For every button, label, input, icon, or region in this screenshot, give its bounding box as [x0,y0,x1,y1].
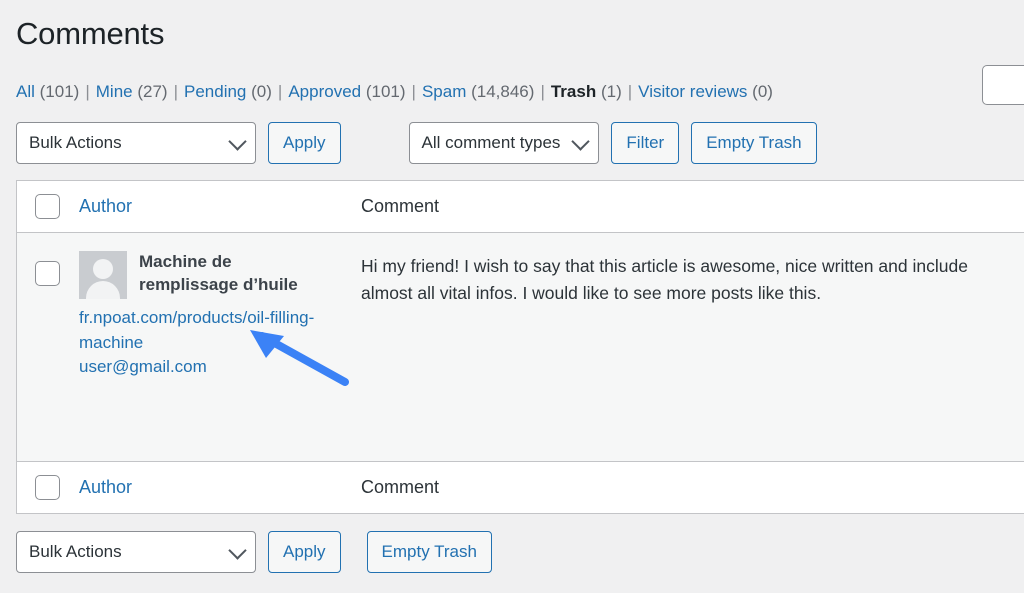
column-header-author-top: Author [79,196,361,217]
author-name: Machine de remplissage d’huile [139,252,298,294]
filter-count-all: (101) [39,82,80,101]
avatar-head-shape [93,259,113,279]
filter-item-spam: Spam (14,846) [422,82,534,101]
filter-count-trash: (1) [600,82,622,101]
default-avatar-icon [79,251,127,299]
apply-button-bottom[interactable]: Apply [268,531,341,573]
filter-link-trash[interactable]: Trash [551,82,596,101]
table-row: Machine de remplissage d’huile fr.npoat.… [17,233,1024,461]
filter-link-pending[interactable]: Pending [184,82,246,101]
filter-item-trash: Trash (1) [551,82,622,101]
filter-link-all[interactable]: All [16,82,35,101]
select-all-checkbox-top[interactable] [35,194,60,219]
comment-type-select[interactable]: All comment types [408,122,600,164]
filter-item-approved: Approved (101) [288,82,405,101]
filter-link-approved[interactable]: Approved [288,82,361,101]
table-header-row: Author Comment [17,181,1024,233]
comments-admin-page: Comments All (101) | Mine (27) | Pending (0)… [0,0,1024,593]
column-header-comment-top: Comment [361,196,1024,217]
bulk-actions-select-bottom[interactable]: Bulk Actions [16,531,256,573]
comment-type-selected-value: All comment types [421,133,561,152]
filter-item-pending: Pending (0) [184,82,272,101]
filter-link-mine[interactable]: Mine [96,82,133,101]
avatar-body-shape [86,281,120,299]
table-footer-row: Author Comment [17,461,1024,513]
column-label-comment-bottom: Comment [361,477,440,497]
filter-separator: | [277,82,283,101]
column-header-author-bottom: Author [79,477,361,498]
row-comment-cell: Hi my friend! I wish to say that this ar… [361,251,1024,307]
filter-count-visitor-reviews: (0) [752,82,773,101]
column-header-comment-bottom: Comment [361,477,1024,498]
row-select-cell [17,251,79,286]
chevron-down-icon [571,132,591,151]
filter-count-spam: (14,846) [471,82,535,101]
filter-count-pending: (0) [251,82,272,101]
sort-author-link-bottom[interactable]: Author [79,477,132,497]
filter-button[interactable]: Filter [611,122,680,164]
comment-status-filter-links: All (101) | Mine (27) | Pending (0) | Approved… [16,82,773,102]
chevron-down-icon [228,541,247,560]
author-contact-links: fr.npoat.com/products/oil-filling-machin… [79,306,361,380]
author-url-link[interactable]: fr.npoat.com/products/oil-filling-machin… [79,306,321,355]
bulk-actions-selected-value-bottom: Bulk Actions [29,542,122,561]
empty-trash-button-bottom[interactable]: Empty Trash [366,531,492,573]
row-select-checkbox[interactable] [35,261,60,286]
empty-trash-button-top[interactable]: Empty Trash [691,122,817,164]
filter-separator: | [411,82,416,101]
row-author-cell: Machine de remplissage d’huile fr.npoat.… [79,251,361,380]
comment-body-text: Hi my friend! I wish to say that this ar… [361,256,968,304]
select-all-cell-bottom [17,475,79,500]
select-all-checkbox-bottom[interactable] [35,475,60,500]
filter-item-all: All (101) [16,82,79,101]
filter-separator: | [173,82,178,101]
search-input[interactable] [983,66,1024,104]
filter-separator: | [627,82,633,101]
filter-link-visitor-reviews[interactable]: Visitor reviews [638,82,747,101]
column-label-comment-top: Comment [361,196,440,216]
comments-table: Author Comment Machine de remplissage d’… [16,180,1024,514]
chevron-down-icon [228,132,247,151]
table-toolbar-bottom: Bulk Actions Apply Empty Trash [16,531,492,573]
filter-count-approved: (101) [365,82,406,101]
page-title: Comments [16,16,165,51]
filter-link-spam[interactable]: Spam [422,82,466,101]
filter-separator: | [85,82,90,101]
filter-item-mine: Mine (27) [96,82,168,101]
author-email-link[interactable]: user@gmail.com [79,355,321,380]
apply-button-top[interactable]: Apply [268,122,341,164]
filter-item-visitor-reviews: Visitor reviews (0) [638,82,773,101]
search-box[interactable] [982,65,1024,105]
bulk-actions-select-top[interactable]: Bulk Actions [16,122,256,164]
sort-author-link-top[interactable]: Author [79,196,132,216]
author-identity: Machine de remplissage d’huile [79,251,361,299]
filter-separator: | [540,82,545,101]
filter-count-mine: (27) [137,82,168,101]
select-all-cell-top [17,194,79,219]
bulk-actions-selected-value: Bulk Actions [29,133,122,152]
table-toolbar-top: Bulk Actions Apply All comment types Fil… [16,122,817,164]
